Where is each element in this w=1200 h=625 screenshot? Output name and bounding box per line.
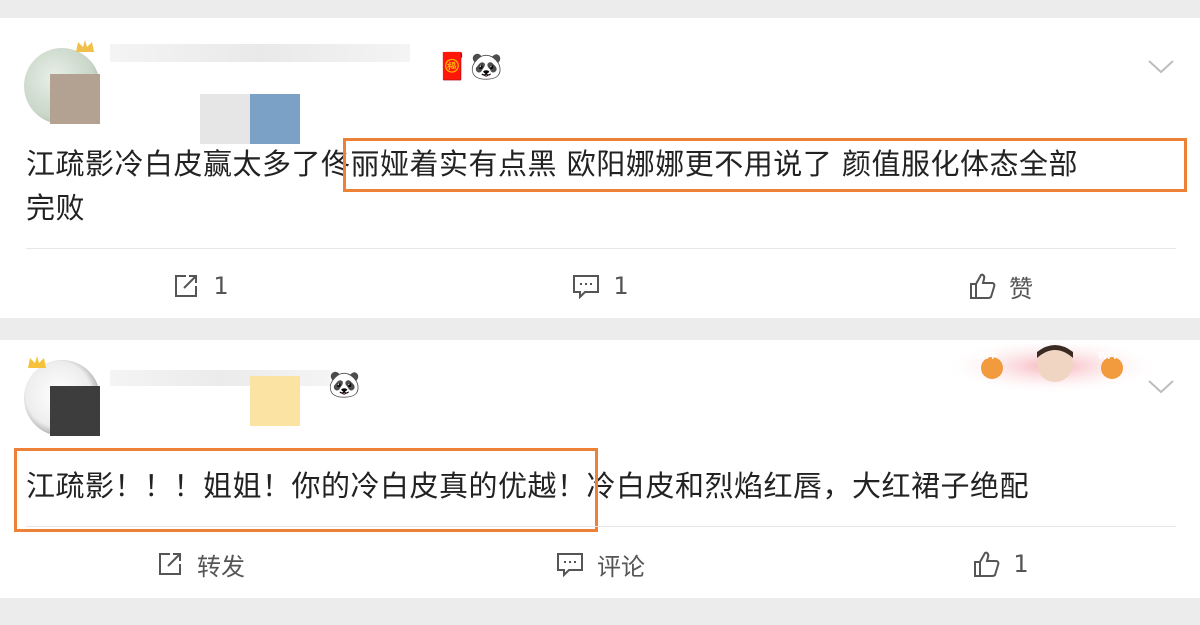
chevron-down-icon[interactable] (1146, 56, 1176, 76)
thumbs-up-icon (970, 273, 996, 299)
repost-count: 1 (213, 272, 229, 300)
comment-text-after: 完败 (26, 191, 86, 225)
like-count: 1 (1013, 550, 1029, 578)
badge-icon: 🧧 (436, 52, 469, 82)
avatar-image (50, 386, 100, 436)
sticker-label: WFF (976, 351, 998, 362)
divider (26, 248, 1176, 249)
avatar[interactable] (24, 356, 102, 440)
comment-icon (557, 553, 583, 578)
badge-placeholder (250, 94, 300, 144)
comment-button[interactable]: 评论 (400, 544, 800, 584)
badge-placeholder (250, 376, 300, 426)
repost-label: 转发 (197, 552, 245, 581)
avatar-image (50, 74, 100, 124)
comment-feed: 🧧 🐼 江疏影冷白皮赢太多了佟丽娅着实有点黑 欧阳娜娜更不用说了 颜值服化体态全… (0, 0, 1200, 625)
sticker-banner: WFF WFF (952, 340, 1152, 392)
divider (26, 526, 1176, 527)
avatar[interactable] (24, 40, 102, 128)
thumbs-up-icon (974, 551, 1000, 577)
like-label: 赞 (1009, 274, 1033, 303)
comment-card: 🧧 🐼 江疏影冷白皮赢太多了佟丽娅着实有点黑 欧阳娜娜更不用说了 颜值服化体态全… (0, 18, 1200, 318)
repost-button[interactable]: 转发 (0, 544, 400, 584)
repost-button[interactable]: 1 (0, 266, 400, 306)
comment-text-highlight: 佟丽娅着实有点黑 欧阳娜娜更不用说了 颜值服化体态全部 (321, 147, 1078, 181)
panda-icon: 🐼 (328, 370, 361, 400)
sticker-art (952, 340, 1152, 392)
comment-label: 评论 (597, 552, 645, 581)
like-button[interactable]: 赞 (800, 266, 1200, 306)
comment-text-before: 江疏影冷白皮赢太多了 (26, 147, 322, 181)
repost-icon (159, 553, 181, 575)
comment-text-after: 冷白皮和烈焰红唇，大红裙子绝配 (586, 469, 1030, 503)
comment-button[interactable]: 1 (400, 266, 800, 306)
sticker-label: WFF (1098, 351, 1120, 362)
comment-text-highlight: 江疏影！！！姐姐！你的冷白皮真的优越！ (26, 469, 587, 503)
repost-icon (175, 275, 198, 297)
comment-icon (573, 275, 600, 300)
like-button[interactable]: 1 (800, 544, 1200, 584)
crown-icon (76, 40, 94, 52)
panda-icon: 🐼 (470, 52, 503, 82)
action-bar: 1 1 赞 (0, 266, 1200, 306)
comment-card: 🐼 WFF WFF 江疏影！！！姐姐！你的冷白皮真的优越！冷白皮和烈焰红唇，大红… (0, 340, 1200, 598)
comment-text: 江疏影冷白皮赢太多了佟丽娅着实有点黑 欧阳娜娜更不用说了 颜值服化体态全部 完败 (26, 142, 1176, 230)
crown-icon (28, 356, 46, 368)
chevron-down-icon[interactable] (1146, 376, 1176, 396)
action-bar: 转发 评论 1 (0, 544, 1200, 584)
comment-count: 1 (613, 272, 629, 300)
comment-text: 江疏影！！！姐姐！你的冷白皮真的优越！冷白皮和烈焰红唇，大红裙子绝配 (26, 464, 1176, 508)
username-blurred[interactable] (110, 44, 410, 62)
badge-placeholder (200, 94, 250, 144)
